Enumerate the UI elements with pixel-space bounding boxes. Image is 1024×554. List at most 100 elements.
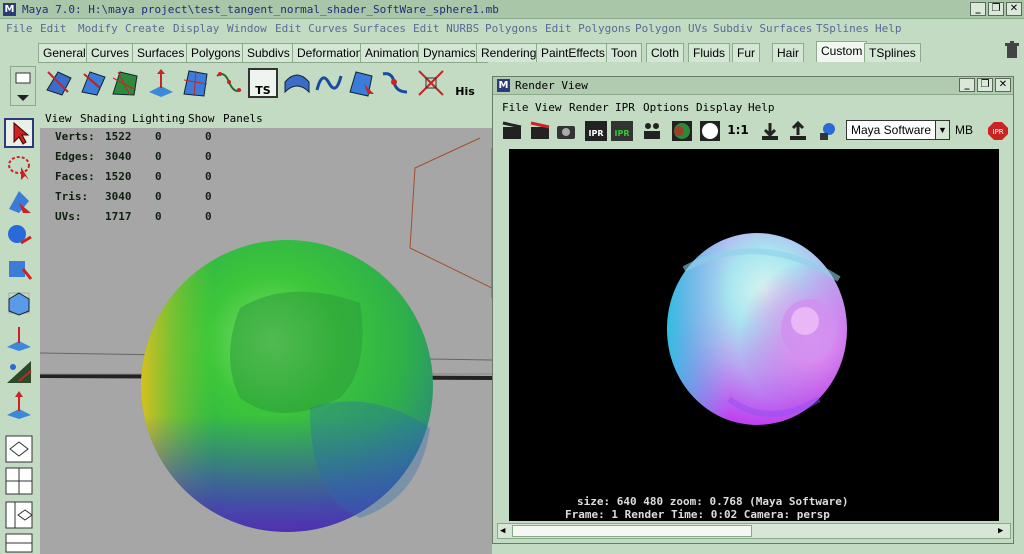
viewport-menu-shading[interactable]: Shading: [80, 112, 126, 125]
tab-curves[interactable]: Curves: [86, 43, 135, 62]
menu-subdiv-surfaces[interactable]: Subdiv Surfaces: [713, 22, 812, 35]
viewport-menu-view[interactable]: View: [45, 112, 72, 125]
tab-animation[interactable]: Animation: [360, 43, 424, 62]
menu-display[interactable]: Display: [173, 22, 219, 35]
tab-hair[interactable]: Hair: [772, 43, 805, 62]
restore-button[interactable]: ❐: [988, 2, 1004, 16]
tab-cloth[interactable]: Cloth: [646, 43, 685, 62]
tab-subdivs[interactable]: Subdivs: [242, 43, 295, 62]
chevron-down-icon[interactable]: ▼: [935, 121, 949, 139]
show-manipulator-tool-icon[interactable]: [4, 390, 34, 420]
menu-help[interactable]: Help: [875, 22, 902, 35]
menu-edit-curves[interactable]: Edit Curves: [275, 22, 348, 35]
history-shelf-button[interactable]: His: [450, 68, 480, 98]
tab-rendering[interactable]: Rendering: [476, 43, 542, 62]
tab-deformation[interactable]: Deformation: [292, 43, 368, 62]
render-view-scrollbar[interactable]: ◀ ▶: [497, 523, 1011, 539]
menu-polygons[interactable]: Polygons: [485, 22, 538, 35]
menu-window[interactable]: Window: [227, 22, 267, 35]
tsplines-shelf-button[interactable]: TS: [248, 68, 278, 98]
renderer-select[interactable]: Maya Software ▼: [846, 120, 950, 140]
perspective-viewport[interactable]: View Shading Lighting Show Panels Verts:…: [40, 110, 492, 554]
tab-general[interactable]: General: [38, 43, 91, 62]
rv-menu-help[interactable]: Help: [748, 101, 775, 114]
render-region-icon[interactable]: [529, 121, 551, 141]
single-pane-layout-icon[interactable]: [4, 434, 34, 464]
rv-menu-file[interactable]: File: [502, 101, 529, 114]
rv-menu-ipr[interactable]: IPR: [615, 101, 635, 114]
menu-edit-nurbs[interactable]: Edit NURBS: [413, 22, 479, 35]
minimize-button[interactable]: _: [970, 2, 986, 16]
ipr-stop-icon[interactable]: IPR: [987, 121, 1009, 141]
viewport-menu-lighting[interactable]: Lighting: [132, 112, 185, 125]
rv-menu-render[interactable]: Render: [569, 101, 609, 114]
tab-toon[interactable]: Toon: [606, 43, 643, 62]
rgb-channel-icon[interactable]: [671, 121, 693, 141]
rv-menu-options[interactable]: Options: [643, 101, 689, 114]
shelf-tool-6-icon[interactable]: [214, 68, 244, 98]
menu-create[interactable]: Create: [125, 22, 165, 35]
shelf-tool-12-icon[interactable]: [416, 68, 446, 98]
shelf-tool-2-icon[interactable]: [78, 68, 108, 98]
rendered-image[interactable]: size: 640 480 zoom: 0.768 (Maya Software…: [509, 149, 999, 521]
menu-polygon-uvs[interactable]: Polygon UVs: [635, 22, 708, 35]
tab-dynamics[interactable]: Dynamics: [418, 43, 481, 62]
render-view-restore-button[interactable]: ❐: [977, 78, 993, 92]
menu-modify[interactable]: Modify: [78, 22, 118, 35]
select-tool-icon[interactable]: [4, 118, 34, 148]
graph-layout-icon[interactable]: [4, 532, 34, 554]
shelf-tool-3-icon[interactable]: [110, 68, 140, 98]
manipulator-tool-icon[interactable]: [4, 322, 34, 352]
rotate-tool-icon[interactable]: [4, 254, 34, 284]
render-frame-icon[interactable]: [501, 121, 523, 141]
ipr-render-button[interactable]: IPR: [585, 121, 607, 141]
soft-mod-tool-icon[interactable]: [4, 356, 34, 386]
paint-select-tool-icon[interactable]: [4, 186, 34, 216]
remove-image-icon[interactable]: [787, 121, 809, 141]
alpha-channel-icon[interactable]: [699, 121, 721, 141]
keep-image-icon[interactable]: [759, 121, 781, 141]
trash-icon[interactable]: [1004, 41, 1020, 59]
ipr-refresh-button[interactable]: IPR: [611, 121, 633, 141]
render-view-title: Render View: [515, 79, 588, 92]
menu-surfaces[interactable]: Surfaces: [353, 22, 406, 35]
outliner-layout-icon[interactable]: [4, 500, 34, 530]
move-tool-icon[interactable]: [4, 220, 34, 250]
tab-tsplines[interactable]: TSplines: [864, 43, 921, 62]
render-view-close-button[interactable]: ✕: [995, 78, 1011, 92]
tab-polygons[interactable]: Polygons: [186, 43, 246, 62]
viewport-menu-show[interactable]: Show: [188, 112, 215, 125]
shelf-tool-1-icon[interactable]: [44, 68, 74, 98]
lasso-tool-icon[interactable]: [4, 152, 34, 182]
shelf-tool-5-icon[interactable]: [180, 68, 210, 98]
menu-tsplines[interactable]: TSplines: [816, 22, 869, 35]
tab-painteffects[interactable]: PaintEffects: [536, 43, 610, 62]
menu-edit[interactable]: Edit: [40, 22, 67, 35]
rv-menu-view[interactable]: View: [535, 101, 562, 114]
render-settings-icon[interactable]: [641, 121, 663, 141]
shelf-tool-9-icon[interactable]: [314, 68, 344, 98]
scrollbar-thumb[interactable]: [512, 525, 752, 537]
snapshot-icon[interactable]: [555, 121, 577, 141]
menu-edit-polygons[interactable]: Edit Polygons: [545, 22, 631, 35]
shelf-menu-button[interactable]: [10, 66, 36, 106]
rv-menu-display[interactable]: Display: [696, 101, 742, 114]
tab-surfaces[interactable]: Surfaces: [132, 43, 190, 62]
viewport-menu-panels[interactable]: Panels: [223, 112, 263, 125]
shelf-tool-10-icon[interactable]: [346, 68, 376, 98]
real-size-button[interactable]: 1:1: [727, 121, 749, 141]
tab-fluids[interactable]: Fluids: [688, 43, 731, 62]
scale-tool-icon[interactable]: [4, 288, 34, 318]
tab-fur[interactable]: Fur: [732, 43, 760, 62]
scroll-right-icon[interactable]: ▶: [998, 526, 1003, 536]
four-pane-layout-icon[interactable]: [4, 466, 34, 496]
close-button[interactable]: ✕: [1006, 2, 1022, 16]
shelf-tool-8-icon[interactable]: [282, 68, 312, 98]
menu-file[interactable]: File: [6, 22, 33, 35]
tab-custom[interactable]: Custom: [816, 41, 868, 62]
shelf-tool-11-icon[interactable]: [380, 68, 410, 98]
shelf-tool-4-icon[interactable]: [146, 68, 176, 98]
render-globals-icon[interactable]: [817, 121, 839, 141]
render-view-minimize-button[interactable]: _: [959, 78, 975, 92]
scroll-left-icon[interactable]: ◀: [500, 526, 505, 536]
